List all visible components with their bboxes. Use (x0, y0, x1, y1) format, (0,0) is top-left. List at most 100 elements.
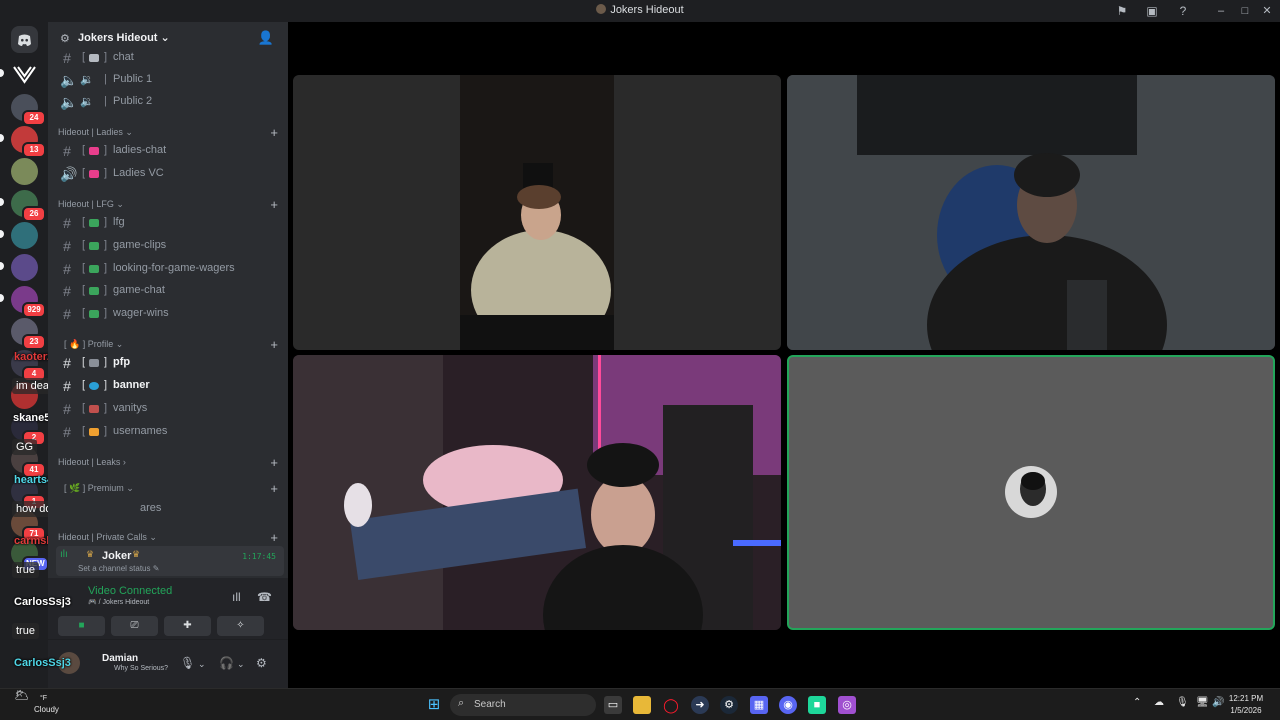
video-tile-2[interactable] (787, 75, 1275, 350)
help-icon[interactable]: ? (1175, 3, 1191, 19)
headphones-icon[interactable]: 🎧 (219, 656, 234, 670)
video-button[interactable]: ■ (58, 616, 105, 636)
channel-chat[interactable]: # [ ] chat (56, 48, 284, 68)
taskbar-search[interactable]: ⌕ Search (450, 694, 596, 716)
task-view-icon[interactable]: ▭ (604, 696, 622, 714)
leaf-icon (89, 310, 99, 318)
channel-status[interactable]: Set a channel status ✎ (78, 564, 159, 573)
channel-lfg[interactable]: # [ ] lfg (56, 213, 284, 233)
server-icon-7[interactable] (11, 254, 38, 281)
file-explorer-icon[interactable] (633, 696, 651, 714)
weather-desc: Cloudy (34, 705, 59, 714)
invite-user-icon[interactable]: 👤 (258, 30, 274, 46)
flag-icon[interactable]: ⚑ (1114, 3, 1130, 19)
windows-start-icon[interactable]: ⊞ (425, 696, 443, 714)
weather-widget[interactable]: 🌥 °F Cloudy (6, 688, 66, 720)
minimize-button[interactable]: – (1210, 3, 1232, 19)
add-channel-icon[interactable]: + (270, 530, 278, 545)
add-channel-icon[interactable]: + (270, 337, 278, 352)
microphone-icon[interactable]: 🎙 (180, 656, 195, 670)
server-icon-1[interactable] (11, 62, 38, 89)
video-tile-1[interactable] (293, 75, 781, 350)
user-name: Damian (102, 653, 139, 664)
channel-ladies-chat[interactable]: # [ ] ladies-chat (56, 141, 284, 161)
chevron-up-icon[interactable]: ⌃ (1133, 697, 1141, 708)
add-channel-icon[interactable]: + (270, 481, 278, 496)
volume-icon[interactable]: 🔊 (1212, 697, 1224, 708)
hash-icon: # (63, 424, 71, 440)
noise-suppression-icon[interactable]: ıll (232, 590, 241, 604)
app-icon[interactable]: ◎ (838, 696, 856, 714)
channel-wager-wins[interactable]: # [ ] wager-wins (56, 304, 284, 324)
search-placeholder: Search (474, 699, 506, 710)
channel-game-clips[interactable]: # [ ] game-clips (56, 236, 284, 256)
mention-badge: 13 (22, 142, 46, 158)
channel-premium-item[interactable]: ares (56, 499, 284, 519)
channel-bracket: ] (104, 262, 108, 274)
globe-icon (89, 382, 99, 390)
channel-looking-for-game-wagers[interactable]: # [ ] looking-for-game-wagers (56, 259, 284, 279)
voice-channel-public-1[interactable]: 🔈 🔉 | Public 1 (56, 70, 284, 90)
network-icon[interactable]: 🖥 (1196, 697, 1209, 708)
inbox-icon[interactable]: ▣ (1144, 3, 1160, 19)
channel-bracket: ] (104, 216, 108, 228)
channel-bracket: | (104, 73, 107, 85)
channel-game-chat[interactable]: # [ ] game-chat (56, 281, 284, 301)
channel-pfp[interactable]: # [ ] pfp (56, 353, 284, 373)
opera-gx-icon[interactable]: ◯ (662, 696, 680, 714)
app-icon[interactable]: ➜ (691, 696, 709, 714)
add-channel-icon[interactable]: + (270, 455, 278, 470)
user-status: Why So Serious? (114, 665, 169, 672)
channel-banner[interactable]: # [ ] banner (56, 376, 284, 396)
channel-bracket: [ (82, 402, 86, 414)
grid-app-icon[interactable]: ▦ (750, 696, 768, 714)
server-icon-6[interactable] (11, 222, 38, 249)
heart-icon (89, 147, 99, 155)
video-tile-4-speaking[interactable] (787, 355, 1275, 630)
heart-icon (89, 170, 99, 178)
category-leaks[interactable]: Hideout | Leaks › + (58, 455, 280, 473)
chevron-down-icon[interactable]: ⌄ (198, 659, 206, 670)
leaf-icon: 🌿 (69, 483, 81, 493)
chevron-down-icon[interactable]: ⌄ (237, 659, 245, 670)
video-tile-3[interactable] (293, 355, 781, 630)
server-icon-4[interactable] (11, 158, 38, 185)
voice-channel-user[interactable]: ılı ♛ Joker ♛ Set a channel status ✎ 1:1… (56, 546, 284, 576)
user-settings-gear-icon[interactable]: ⚙ (256, 656, 267, 670)
channel-usernames[interactable]: # [ ] usernames (56, 422, 284, 442)
clock-time: 12:21 PM (1228, 694, 1264, 703)
disconnect-icon[interactable]: ☎ (257, 590, 272, 604)
category-premium[interactable]: [ 🌿 ] Premium ⌄ + (64, 481, 280, 499)
add-channel-icon[interactable]: + (270, 197, 278, 212)
activities-button[interactable]: ✚ (164, 616, 211, 636)
channel-vanitys[interactable]: # [ ] vanitys (56, 399, 284, 419)
system-clock[interactable]: 12:21 PM 1/5/2026 (1224, 693, 1268, 717)
app-icon[interactable]: ■ (808, 696, 826, 714)
server-settings-icon: ⚙ (60, 33, 70, 45)
voice-channel-ladies-vc[interactable]: 🔊 [ ] Ladies VC (56, 164, 284, 184)
window-title: Jokers Hideout (0, 4, 1280, 16)
channel-bracket: [ (82, 239, 86, 251)
soundboard-button[interactable]: ✧ (217, 616, 264, 636)
channel-label: Public 2 (113, 95, 153, 107)
discord-home-icon[interactable] (11, 26, 38, 53)
window-title-text: Jokers Hideout (610, 4, 684, 16)
video-feed (787, 75, 1275, 350)
unread-pill (0, 230, 4, 238)
channel-bracket: [ (82, 167, 86, 179)
microphone-tray-icon[interactable]: 🎙 (1176, 697, 1189, 708)
voice-location[interactable]: 🎮 / Jokers Hideout (88, 598, 149, 606)
overlay-chat-name: CarlosSsj3 (14, 596, 71, 608)
leaf-icon (89, 265, 99, 273)
video-feed (293, 355, 781, 630)
picture-icon (89, 359, 99, 367)
close-button[interactable]: ✕ (1256, 3, 1278, 19)
channel-bracket: [ (82, 356, 86, 368)
steam-icon[interactable]: ⚙ (720, 696, 738, 714)
maximize-button[interactable]: □ (1234, 3, 1256, 19)
discord-taskbar-icon[interactable]: ◉ (779, 696, 797, 714)
screen-share-button[interactable]: ⎚ (111, 616, 158, 636)
add-channel-icon[interactable]: + (270, 125, 278, 140)
voice-channel-public-2[interactable]: 🔈 🔉 | Public 2 (56, 92, 284, 112)
cloud-icon[interactable]: ☁ (1154, 697, 1164, 708)
